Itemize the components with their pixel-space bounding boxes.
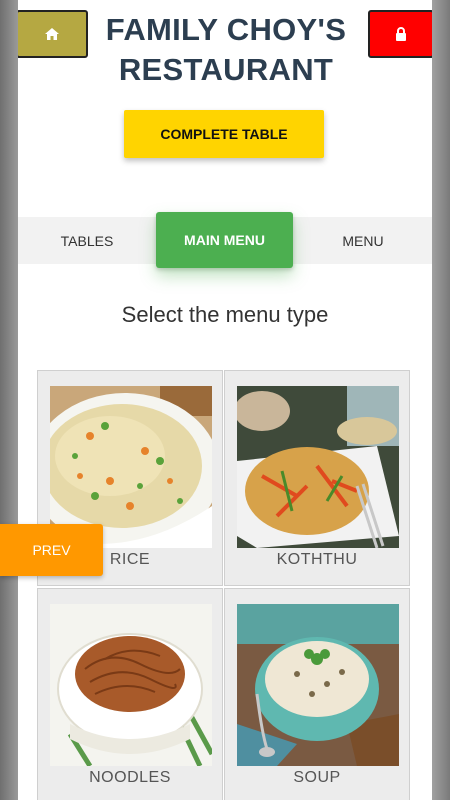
lock-button[interactable] [368,10,432,58]
background-left [0,0,18,800]
home-button[interactable] [18,10,88,58]
prev-button[interactable]: PREV [0,524,103,576]
noodles-image [50,604,212,766]
soup-image [237,604,399,766]
menu-type-label: KOTHTHU [276,551,358,568]
complete-table-button[interactable]: COMPLETE TABLE [124,110,324,158]
title-line-2: RESTAURANT [118,52,334,87]
menu-type-soup[interactable]: SOUP [224,588,410,800]
home-icon [45,28,59,40]
menu-type-label: SOUP [293,769,341,786]
tab-menu[interactable]: MENU [294,217,432,264]
page: FAMILY CHOY'S RESTAURANT COMPLETE TABLE … [18,0,432,800]
tab-main-menu[interactable]: MAIN MENU [156,212,293,268]
menu-type-koththu[interactable]: KOTHTHU [224,370,410,586]
background-right [432,0,450,800]
menu-type-label: NOODLES [89,769,171,786]
page-title: FAMILY CHOY'S RESTAURANT [88,10,364,90]
tab-tables[interactable]: TABLES [18,217,156,264]
menu-type-grid: RICE KOTHTHU NOODLES SOUP [37,370,413,800]
koththu-image [237,386,399,548]
section-subtitle: Select the menu type [121,302,329,327]
title-line-1: FAMILY CHOY'S [105,12,347,47]
menu-type-noodles[interactable]: NOODLES [37,588,223,800]
lock-icon [396,27,406,41]
